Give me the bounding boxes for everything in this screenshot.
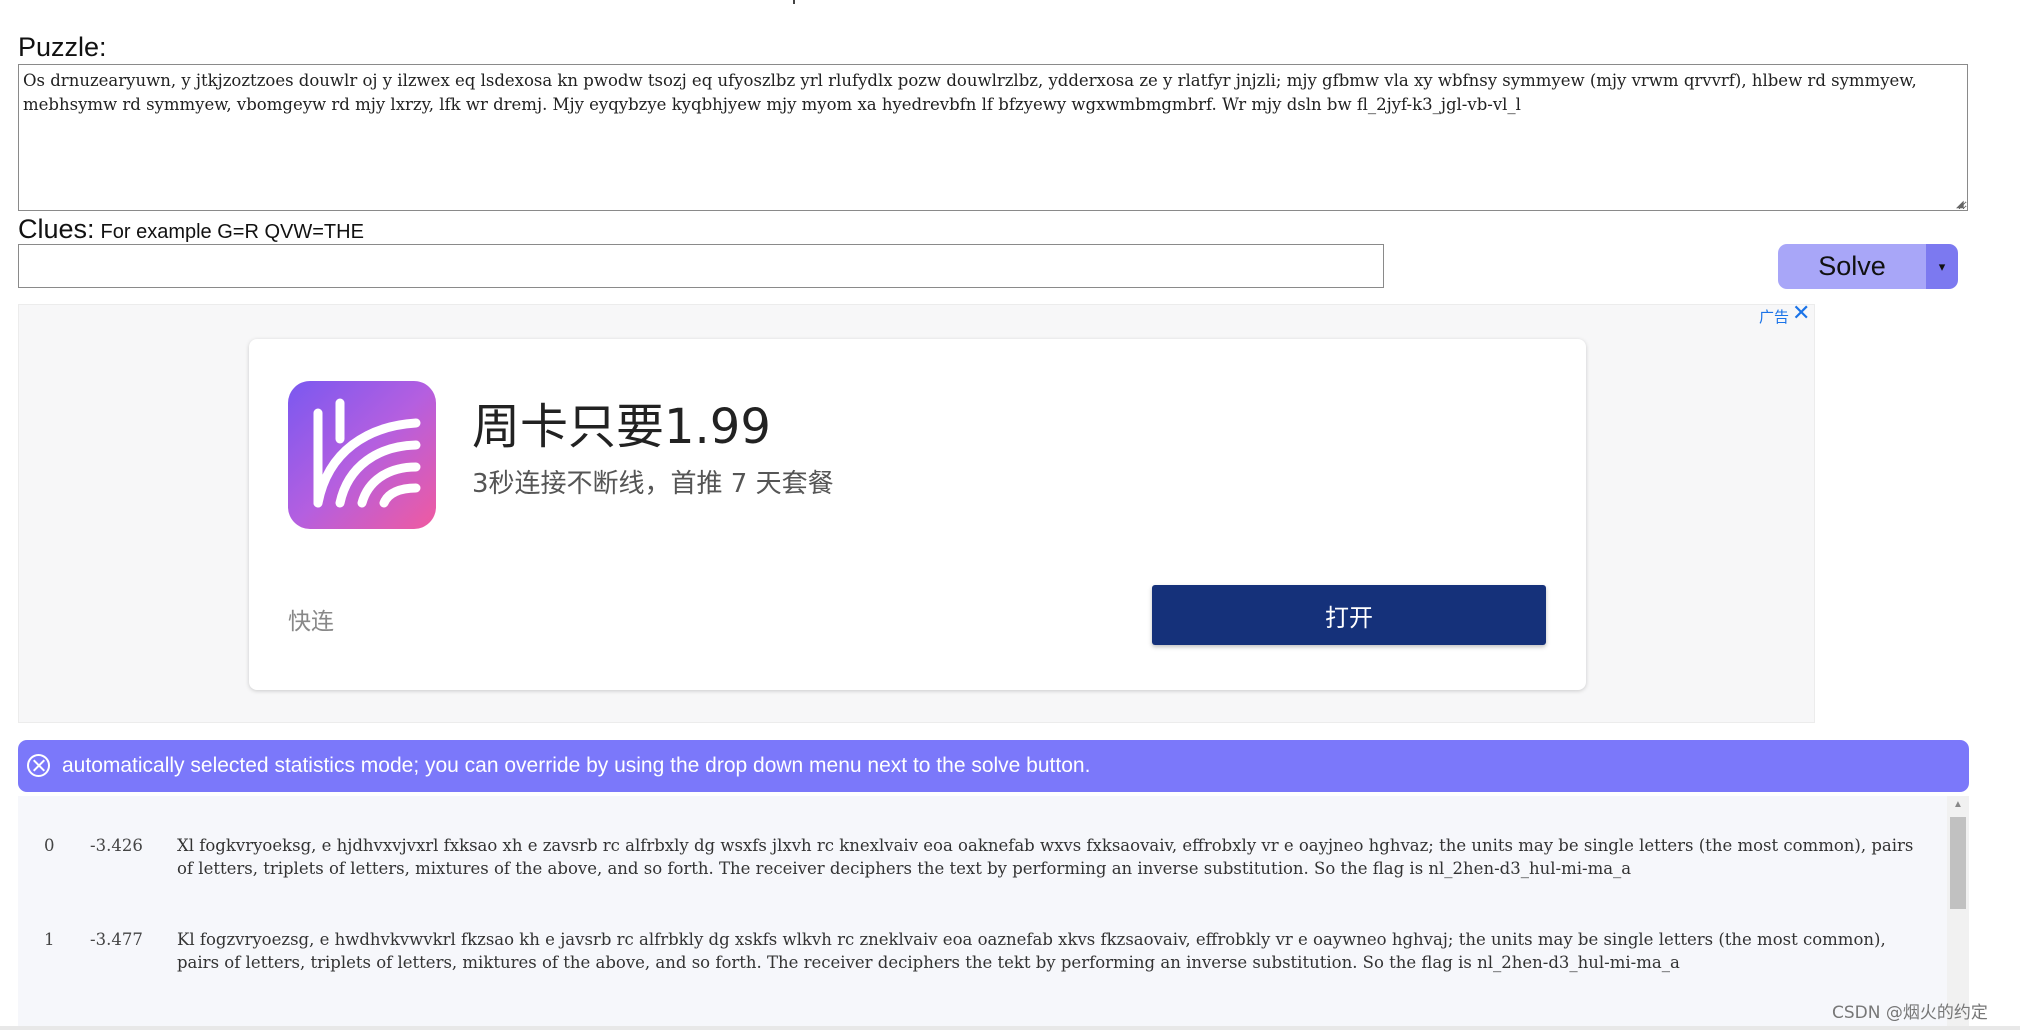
clues-label-text: Clues:	[18, 214, 95, 244]
result-text: Kl fogzvryoezsg, e hwdhvkvwvkrl fkzsao k…	[177, 930, 1886, 972]
result-index: 1	[44, 930, 55, 949]
scroll-up-arrow-icon[interactable]: ▲	[1947, 796, 1969, 813]
puzzle-textarea[interactable]: Os drnuzearyuwn, y jtkjzoztzoes douwlr o…	[18, 64, 1968, 211]
ad-brand-name: 快连	[288, 609, 334, 635]
watermark: CSDN @烟火的约定	[1832, 1003, 1988, 1023]
scroll-thumb[interactable]	[1950, 817, 1966, 909]
banner-message: automatically selected statistics mode; …	[62, 754, 1091, 777]
ad-badge: 广告	[1759, 309, 1790, 326]
puzzle-label: Puzzle:	[18, 32, 107, 62]
resize-handle-icon[interactable]: ◢	[1956, 199, 1967, 210]
ad-app-name: 周卡只要1.99	[472, 399, 771, 455]
solve-button[interactable]: Solve	[1778, 244, 1926, 289]
bottom-edge-strip	[0, 1026, 2020, 1030]
ad-card[interactable]: 周卡只要1.99 3秒连接不断线，首推 7 天套餐 快连 打开	[249, 339, 1586, 690]
open-app-button[interactable]: 打开	[1152, 585, 1546, 645]
top-edge-mark	[793, 0, 795, 4]
clues-label: Clues: For example G=R QVW=THE	[18, 214, 364, 245]
kuailian-app-icon	[288, 381, 436, 529]
clues-hint: For example G=R QVW=THE	[100, 221, 364, 243]
app-icon-graphic	[313, 398, 421, 508]
solve-button-group: Solve ▾	[1778, 244, 1958, 289]
circle-x-icon[interactable]	[27, 754, 50, 777]
clues-input[interactable]	[18, 244, 1384, 288]
result-score: -3.426	[90, 836, 143, 855]
solve-mode-dropdown-button[interactable]: ▾	[1926, 244, 1958, 289]
result-index: 0	[44, 836, 55, 855]
results-scrollbar[interactable]: ▲	[1947, 796, 1969, 1030]
result-score: -3.477	[90, 930, 143, 949]
results-list: 0 -3.426 Xl fogkvryoeksg, e hjdhvxvjvxrl…	[18, 796, 1969, 1030]
mode-info-banner: automatically selected statistics mode; …	[18, 740, 1969, 792]
result-text: Xl fogkvryoeksg, e hjdhvxvjvxrl fxksao x…	[177, 836, 1914, 878]
close-icon[interactable]: ✕	[1792, 302, 1810, 324]
ad-app-description: 3秒连接不断线，首推 7 天套餐	[472, 469, 834, 499]
